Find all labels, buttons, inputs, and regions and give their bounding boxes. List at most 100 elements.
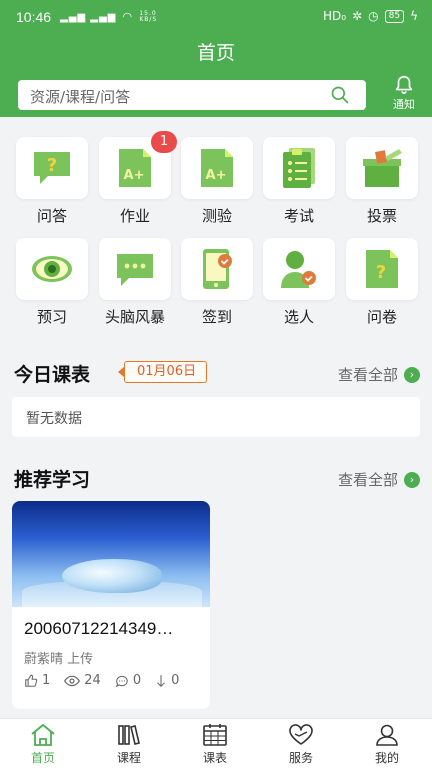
ice-shape [62, 559, 162, 593]
grid-item-homework[interactable]: A+ 1 作业 [95, 131, 177, 226]
grid-label: 投票 [366, 207, 397, 225]
page-title: 首页 [196, 42, 235, 64]
preview-icon [32, 256, 72, 282]
date-tag[interactable]: 01月06日 [117, 361, 208, 383]
resource-stats: 1 24 0 0 [24, 673, 179, 688]
view-all-label: 查看全部 [337, 471, 398, 489]
recommended-title: 推荐学习 [14, 469, 91, 491]
grid-item-vote[interactable]: 投票 [342, 137, 422, 226]
grid-item-survey[interactable]: ? 问卷 [342, 238, 422, 327]
status-time: 10:46 [16, 9, 52, 25]
pick-person-icon [281, 251, 316, 288]
downloads-stat[interactable]: 0 [155, 673, 179, 688]
vote-icon [363, 149, 402, 187]
grid-item-quiz[interactable]: A+ 测验 [177, 137, 257, 226]
downloads-count: 0 [171, 673, 180, 688]
grid-item-preview[interactable]: 预习 [12, 238, 92, 327]
tile[interactable]: A+ [181, 137, 253, 199]
resource-uploader: 蔚紫晴 上传 [24, 652, 94, 667]
notification-button[interactable]: 通知 [384, 74, 424, 114]
search-input[interactable]: 资源/课程/问答 [18, 80, 366, 110]
svg-text:?: ? [47, 155, 57, 176]
header: 10:46 ▂▄▆ ▂▄▆ ◠ 15.0 KB/S HD₀ ✲ ◷ 85 ϟ 首页… [0, 0, 432, 117]
today-view-all-link[interactable]: 查看全部 › [338, 364, 420, 385]
grid-label: 考试 [283, 207, 314, 225]
grid-item-pick-person[interactable]: 选人 [259, 238, 339, 327]
comments-count: 0 [132, 673, 142, 688]
tile[interactable] [16, 238, 88, 300]
nav-item-schedule[interactable]: 课表 [172, 723, 258, 766]
comments-stat[interactable]: 0 [115, 673, 141, 688]
grid-item-exam[interactable]: 考试 [259, 137, 339, 226]
exam-icon [283, 148, 315, 188]
survey-icon: ? [366, 250, 398, 288]
chevron-right-icon: › [404, 471, 420, 488]
alarm-icon: ◷ [368, 9, 379, 23]
grid-item-qa[interactable]: ? 问答 [12, 137, 92, 226]
views-stat: 24 [64, 673, 101, 688]
grid-label: 预习 [36, 308, 67, 326]
nav-label: 课表 [202, 751, 227, 765]
tile[interactable] [263, 238, 335, 300]
today-schedule-title: 今日课表 [14, 364, 91, 386]
svg-text:A+: A+ [206, 168, 227, 183]
chevron-right-icon: › [404, 366, 420, 383]
grid-item-checkin[interactable]: 签到 [177, 238, 257, 327]
service-icon [289, 724, 313, 745]
signal-icon: ▂▄▆ ▂▄▆ ◠ 15.0 KB/S [60, 10, 158, 23]
quiz-icon: A+ [201, 149, 233, 187]
tile[interactable] [346, 137, 418, 199]
grid-label: 作业 [119, 207, 150, 225]
checkin-icon [203, 249, 232, 289]
nav-item-profile[interactable]: 我的 [344, 723, 430, 766]
nav-item-home[interactable]: 首页 [0, 723, 86, 766]
nav-item-courses[interactable]: 课程 [86, 723, 172, 766]
recommended-view-all-link[interactable]: 查看全部 › [338, 469, 420, 490]
grid-label: 头脑风暴 [104, 308, 165, 326]
grid-item-brainstorm[interactable]: 头脑风暴 [95, 238, 175, 327]
tile[interactable]: ? [346, 238, 418, 300]
tile[interactable]: A+ 1 [99, 131, 177, 199]
bottom-nav: 首页 课程 课表 服务 我的 [0, 718, 432, 768]
vibrate-icon: ✲ [352, 9, 363, 23]
tile[interactable]: ? [16, 137, 88, 199]
homework-icon: A+ [119, 149, 151, 187]
grid-label: 问答 [36, 207, 67, 225]
status-bar: 10:46 ▂▄▆ ▂▄▆ ◠ 15.0 KB/S HD₀ ✲ ◷ 85 ϟ [0, 0, 432, 34]
tile[interactable] [263, 137, 335, 199]
download-icon [157, 674, 165, 687]
brainstorm-icon [117, 254, 153, 286]
likes-stat[interactable]: 1 [24, 673, 50, 688]
comment-icon [115, 675, 128, 687]
likes-count: 1 [42, 673, 51, 688]
resource-card[interactable]: 20060712214349… 蔚紫晴 上传 1 24 0 0 [12, 501, 210, 709]
home-icon [31, 724, 55, 746]
schedule-icon [203, 724, 227, 746]
grid-label: 选人 [283, 308, 314, 326]
nav-label: 首页 [30, 751, 55, 765]
schedule-empty-state: 暂无数据 [12, 397, 420, 437]
tile[interactable] [181, 238, 253, 300]
courses-icon [118, 725, 140, 745]
nav-label: 课程 [116, 751, 141, 765]
wifi-icon: ◠ [122, 10, 134, 23]
views-count: 24 [84, 673, 101, 688]
charging-icon: ϟ [410, 9, 418, 23]
qa-icon: ? [34, 152, 70, 184]
resource-title: 20060712214349… [24, 619, 174, 638]
svg-text:?: ? [376, 262, 386, 283]
nav-item-service[interactable]: 服务 [258, 723, 344, 766]
nav-label: 服务 [288, 751, 313, 765]
nav-label: 我的 [374, 751, 399, 765]
thumbs-up-icon [25, 674, 38, 687]
search-icon[interactable] [330, 85, 350, 105]
view-all-label: 查看全部 [337, 366, 398, 384]
homework-badge: 1 [151, 131, 177, 153]
hd-indicator: HD₀ [323, 9, 347, 23]
notification-label: 通知 [393, 98, 415, 111]
grid-label: 测验 [201, 207, 232, 225]
eye-icon [64, 675, 81, 686]
bell-icon [395, 75, 413, 95]
grid-label: 问卷 [366, 308, 397, 326]
tile[interactable] [99, 238, 171, 300]
